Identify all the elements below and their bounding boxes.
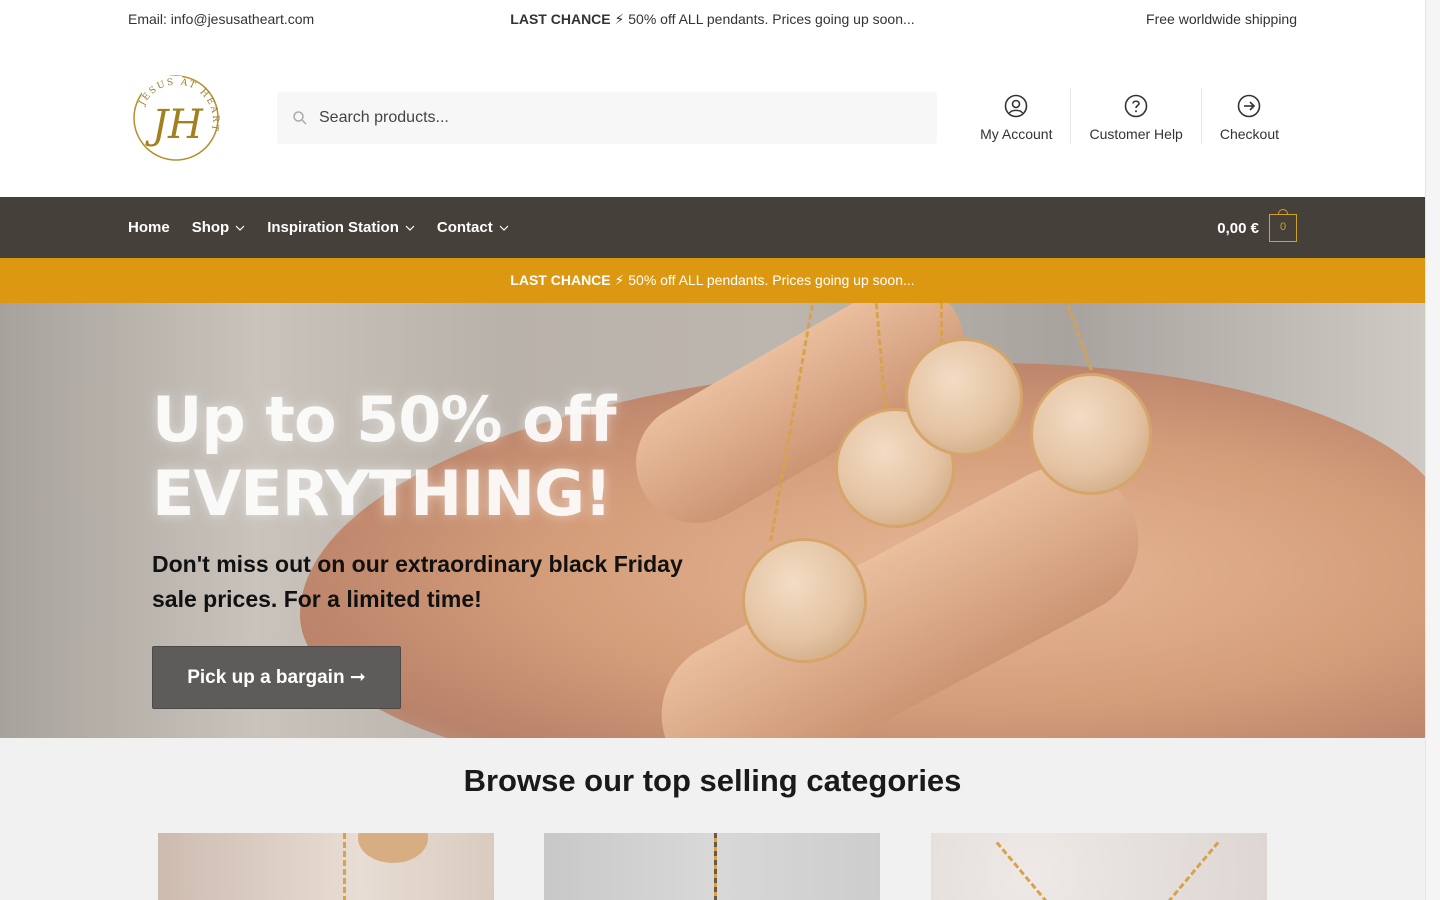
hero-image-pendant xyxy=(905,338,1023,456)
hero-image-pendant xyxy=(742,538,867,663)
help-icon xyxy=(1124,94,1148,118)
checkout-link[interactable]: Checkout xyxy=(1200,88,1297,144)
site-logo[interactable]: JESUS AT HEART JH xyxy=(128,66,228,166)
hero-banner: Up to 50% off EVERYTHING! Don't miss out… xyxy=(0,303,1425,738)
nav-item-inspiration-station[interactable]: Inspiration Station xyxy=(267,219,415,236)
promo-strip: LAST CHANCE ⚡ 50% off ALL pendants. Pric… xyxy=(0,258,1425,303)
category-card[interactable] xyxy=(544,833,880,900)
checkout-icon xyxy=(1238,94,1261,118)
my-account-label: My Account xyxy=(980,126,1053,142)
chevron-down-icon xyxy=(499,225,509,231)
account-icon xyxy=(1004,94,1028,118)
hero-subtitle: Don't miss out on our extraordinary blac… xyxy=(152,551,683,612)
hero-cta-button[interactable]: Pick up a bargain ➞ xyxy=(152,646,401,709)
category-image-chain xyxy=(1165,841,1220,900)
category-card[interactable] xyxy=(931,833,1267,900)
nav-item-contact[interactable]: Contact xyxy=(437,219,509,236)
chevron-down-icon xyxy=(235,225,245,231)
customer-help-label: Customer Help xyxy=(1089,126,1183,142)
category-image-chain xyxy=(714,833,717,900)
search-icon[interactable] xyxy=(291,109,309,127)
page: Email: info@jesusatheart.com LAST CHANCE… xyxy=(0,0,1425,900)
nav-home-label: Home xyxy=(128,219,170,236)
nav-contact-label: Contact xyxy=(436,219,493,236)
category-card[interactable] xyxy=(158,833,494,900)
top-promo-bold: LAST CHANCE xyxy=(510,11,611,27)
nav-inspiration-label: Inspiration Station xyxy=(267,219,399,236)
nav-shop-label: Shop xyxy=(191,219,230,236)
logo-icon: JESUS AT HEART JH xyxy=(133,75,219,161)
strip-bold: LAST CHANCE xyxy=(510,272,611,288)
categories-title: Browse our top selling categories xyxy=(463,763,962,798)
category-image-chain xyxy=(343,833,346,900)
cart-bag-icon: 0 xyxy=(1269,209,1297,242)
strip-text: ⚡ 50% off ALL pendants. Prices going up … xyxy=(610,272,915,288)
category-image-chain xyxy=(995,841,1050,900)
chevron-down-icon xyxy=(405,225,415,231)
main-nav: Home Shop Inspiration Station Contact 0,… xyxy=(0,197,1425,258)
cart-count: 0 xyxy=(1279,221,1287,233)
scrollbar[interactable] xyxy=(1425,0,1440,900)
hero-headline-line2: EVERYTHING! xyxy=(152,457,612,530)
cart-bag-handle xyxy=(1278,209,1288,215)
header-links: My Account Customer Help Checkout xyxy=(962,88,1297,144)
category-image-pendant xyxy=(358,833,428,863)
site-header: JESUS AT HEART JH My Account xyxy=(0,38,1425,197)
logo-initials: JH xyxy=(145,102,204,148)
shipping-note: Free worldwide shipping xyxy=(1146,11,1297,27)
top-promo-text: ⚡ 50% off ALL pendants. Prices going up … xyxy=(610,11,915,27)
nav-item-home[interactable]: Home xyxy=(128,219,170,236)
top-bar: Email: info@jesusatheart.com LAST CHANCE… xyxy=(0,0,1425,38)
search-input[interactable] xyxy=(319,92,919,144)
nav-item-shop[interactable]: Shop xyxy=(192,219,246,236)
customer-help-link[interactable]: Customer Help xyxy=(1070,88,1200,144)
my-account-link[interactable]: My Account xyxy=(962,88,1070,144)
hero-headline: Up to 50% off EVERYTHING! xyxy=(152,383,617,531)
search-bar xyxy=(277,92,937,144)
mini-cart[interactable]: 0,00 € 0 xyxy=(1217,209,1297,242)
checkout-label: Checkout xyxy=(1219,126,1279,142)
hero-image-pendant xyxy=(1030,373,1152,495)
cart-total: 0,00 € xyxy=(1217,219,1259,237)
hero-headline-line1: Up to 50% off xyxy=(152,383,617,456)
